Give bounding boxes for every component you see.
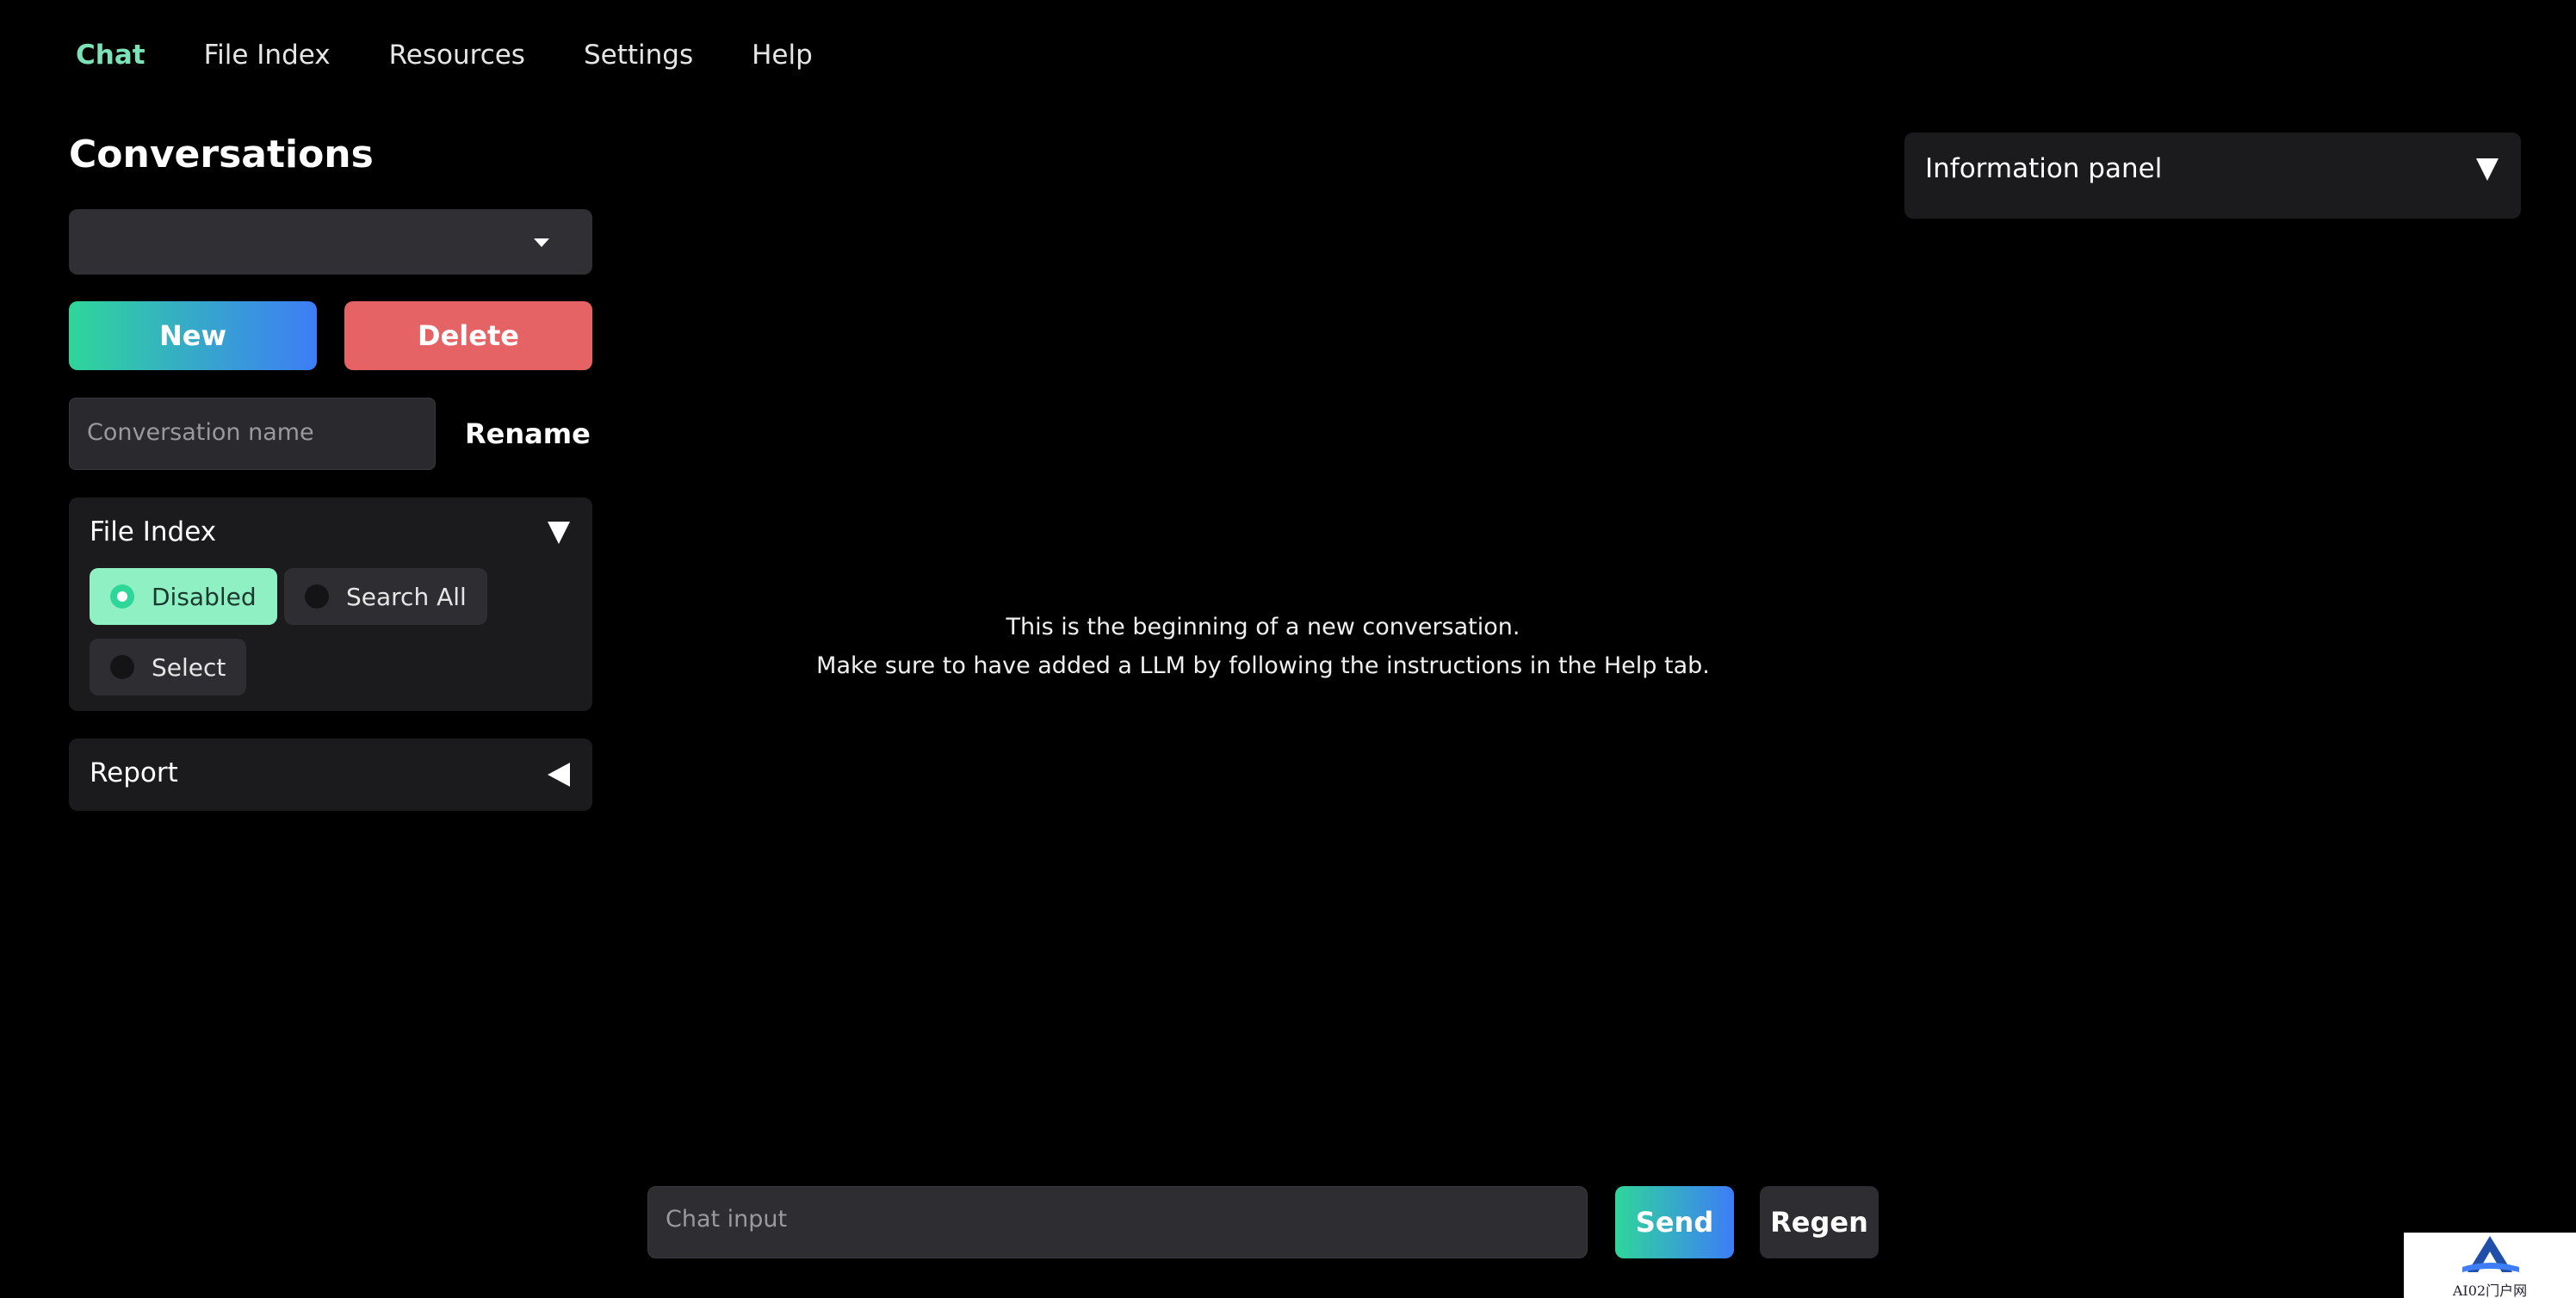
empty-conversation-message: This is the beginning of a new conversat… bbox=[647, 608, 1879, 685]
radio-dot-icon bbox=[110, 584, 134, 609]
file-index-panel: File Index Disabled Search All Select bbox=[69, 498, 592, 711]
tab-settings[interactable]: Settings bbox=[584, 36, 693, 74]
radio-dot-icon bbox=[110, 655, 134, 679]
report-panel[interactable]: Report bbox=[69, 739, 592, 811]
report-panel-title: Report bbox=[90, 757, 178, 788]
new-conversation-button[interactable]: New bbox=[69, 301, 317, 370]
message-line-1: This is the beginning of a new conversat… bbox=[1006, 614, 1520, 640]
conversations-title: Conversations bbox=[69, 133, 374, 176]
watermark: AI02门户网 bbox=[2404, 1233, 2576, 1298]
collapse-triangle-icon bbox=[2476, 158, 2499, 181]
conversation-name-input[interactable] bbox=[69, 398, 436, 470]
expand-triangle-icon bbox=[548, 763, 570, 787]
app-root: Chat File Index Resources Settings Help … bbox=[0, 0, 2576, 1298]
radio-select-label: Select bbox=[152, 652, 226, 682]
chevron-down-icon bbox=[534, 238, 549, 247]
radio-disabled-label: Disabled bbox=[152, 582, 257, 611]
regen-button[interactable]: Regen bbox=[1760, 1186, 1879, 1258]
watermark-logo-icon bbox=[2462, 1236, 2519, 1272]
message-line-2: Make sure to have added a LLM by followi… bbox=[816, 652, 1710, 679]
tab-help[interactable]: Help bbox=[752, 36, 813, 74]
conversation-select[interactable] bbox=[69, 209, 592, 275]
radio-search-all-label: Search All bbox=[346, 582, 467, 611]
information-panel[interactable]: Information panel bbox=[1904, 133, 2521, 219]
radio-dot-icon bbox=[305, 584, 329, 609]
send-button[interactable]: Send bbox=[1615, 1186, 1734, 1258]
rename-button[interactable]: Rename bbox=[465, 411, 591, 456]
information-panel-title: Information panel bbox=[1925, 153, 2163, 184]
radio-select[interactable]: Select bbox=[90, 639, 247, 695]
collapse-triangle-icon[interactable] bbox=[548, 522, 570, 544]
radio-search-all[interactable]: Search All bbox=[284, 568, 487, 625]
tab-chat[interactable]: Chat bbox=[76, 36, 146, 74]
radio-disabled[interactable]: Disabled bbox=[90, 568, 277, 625]
tab-resources[interactable]: Resources bbox=[389, 36, 525, 74]
watermark-text: AI02门户网 bbox=[2452, 1283, 2528, 1298]
tab-file-index[interactable]: File Index bbox=[204, 36, 331, 74]
chat-input[interactable] bbox=[647, 1186, 1588, 1258]
delete-conversation-button[interactable]: Delete bbox=[344, 301, 592, 370]
file-index-panel-title[interactable]: File Index bbox=[90, 516, 216, 547]
top-nav: Chat File Index Resources Settings Help bbox=[76, 36, 871, 74]
